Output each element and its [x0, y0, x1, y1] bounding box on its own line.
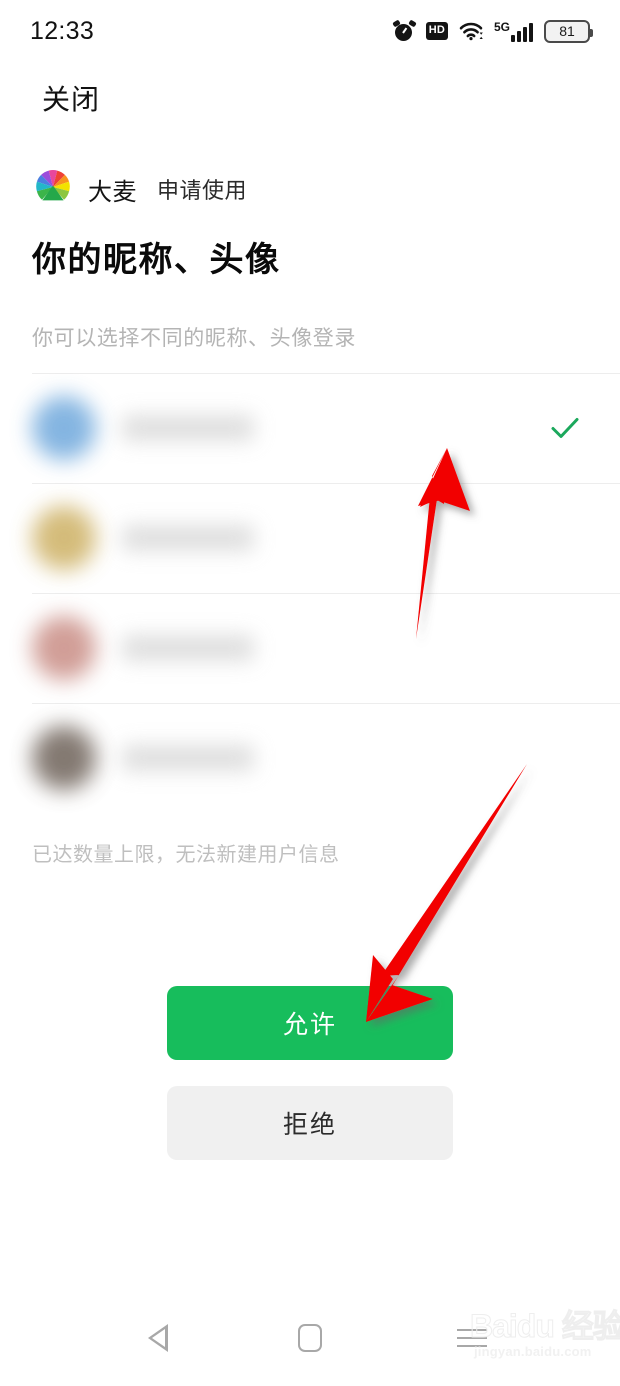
check-icon	[546, 409, 584, 447]
allow-button[interactable]: 允许	[167, 986, 453, 1060]
battery-level-label: 81	[559, 23, 575, 39]
limit-note-label: 已达数量上限，无法新建用户信息	[32, 844, 340, 866]
recents-lines-icon	[457, 1329, 487, 1347]
home-square-icon	[298, 1324, 322, 1352]
reject-button[interactable]: 拒绝	[167, 1086, 453, 1160]
signal-5g-icon: 5G	[494, 21, 533, 42]
nickname-label	[122, 745, 254, 771]
status-bar-icons: HD 5G 81	[391, 19, 593, 43]
system-nav-bar	[0, 1290, 620, 1386]
damai-app-logo-icon	[32, 168, 74, 210]
nickname-label	[122, 635, 254, 661]
app-request-row: 大麦 申请使用	[32, 168, 247, 210]
list-item[interactable]	[0, 373, 620, 483]
avatar	[32, 396, 96, 460]
status-bar: 12:33 HD 5G 81	[0, 0, 620, 62]
back-triangle-icon	[148, 1324, 168, 1352]
page-title: 你的昵称、头像	[32, 241, 281, 279]
nickname-label	[122, 525, 254, 551]
status-bar-clock: 12:33	[30, 16, 95, 45]
close-button[interactable]: 关闭	[38, 72, 104, 124]
account-list	[0, 373, 620, 813]
nickname-label	[122, 415, 254, 441]
list-item[interactable]	[0, 703, 620, 813]
list-item[interactable]	[0, 483, 620, 593]
nav-recents-button[interactable]	[442, 1308, 502, 1368]
alarm-icon	[391, 19, 417, 42]
nav-home-button[interactable]	[280, 1308, 340, 1368]
battery-icon: 81	[544, 19, 593, 43]
wifi-icon	[459, 21, 483, 41]
avatar	[32, 616, 96, 680]
signal-bars-icon	[511, 22, 533, 42]
nav-back-button[interactable]	[128, 1308, 188, 1368]
list-item[interactable]	[0, 593, 620, 703]
page-subtitle: 你可以选择不同的昵称、头像登录	[32, 327, 356, 350]
avatar	[32, 726, 96, 790]
app-name-label: 大麦	[88, 178, 137, 206]
avatar	[32, 506, 96, 570]
app-action-label: 申请使用	[157, 178, 248, 203]
hd-icon: HD	[425, 22, 448, 40]
